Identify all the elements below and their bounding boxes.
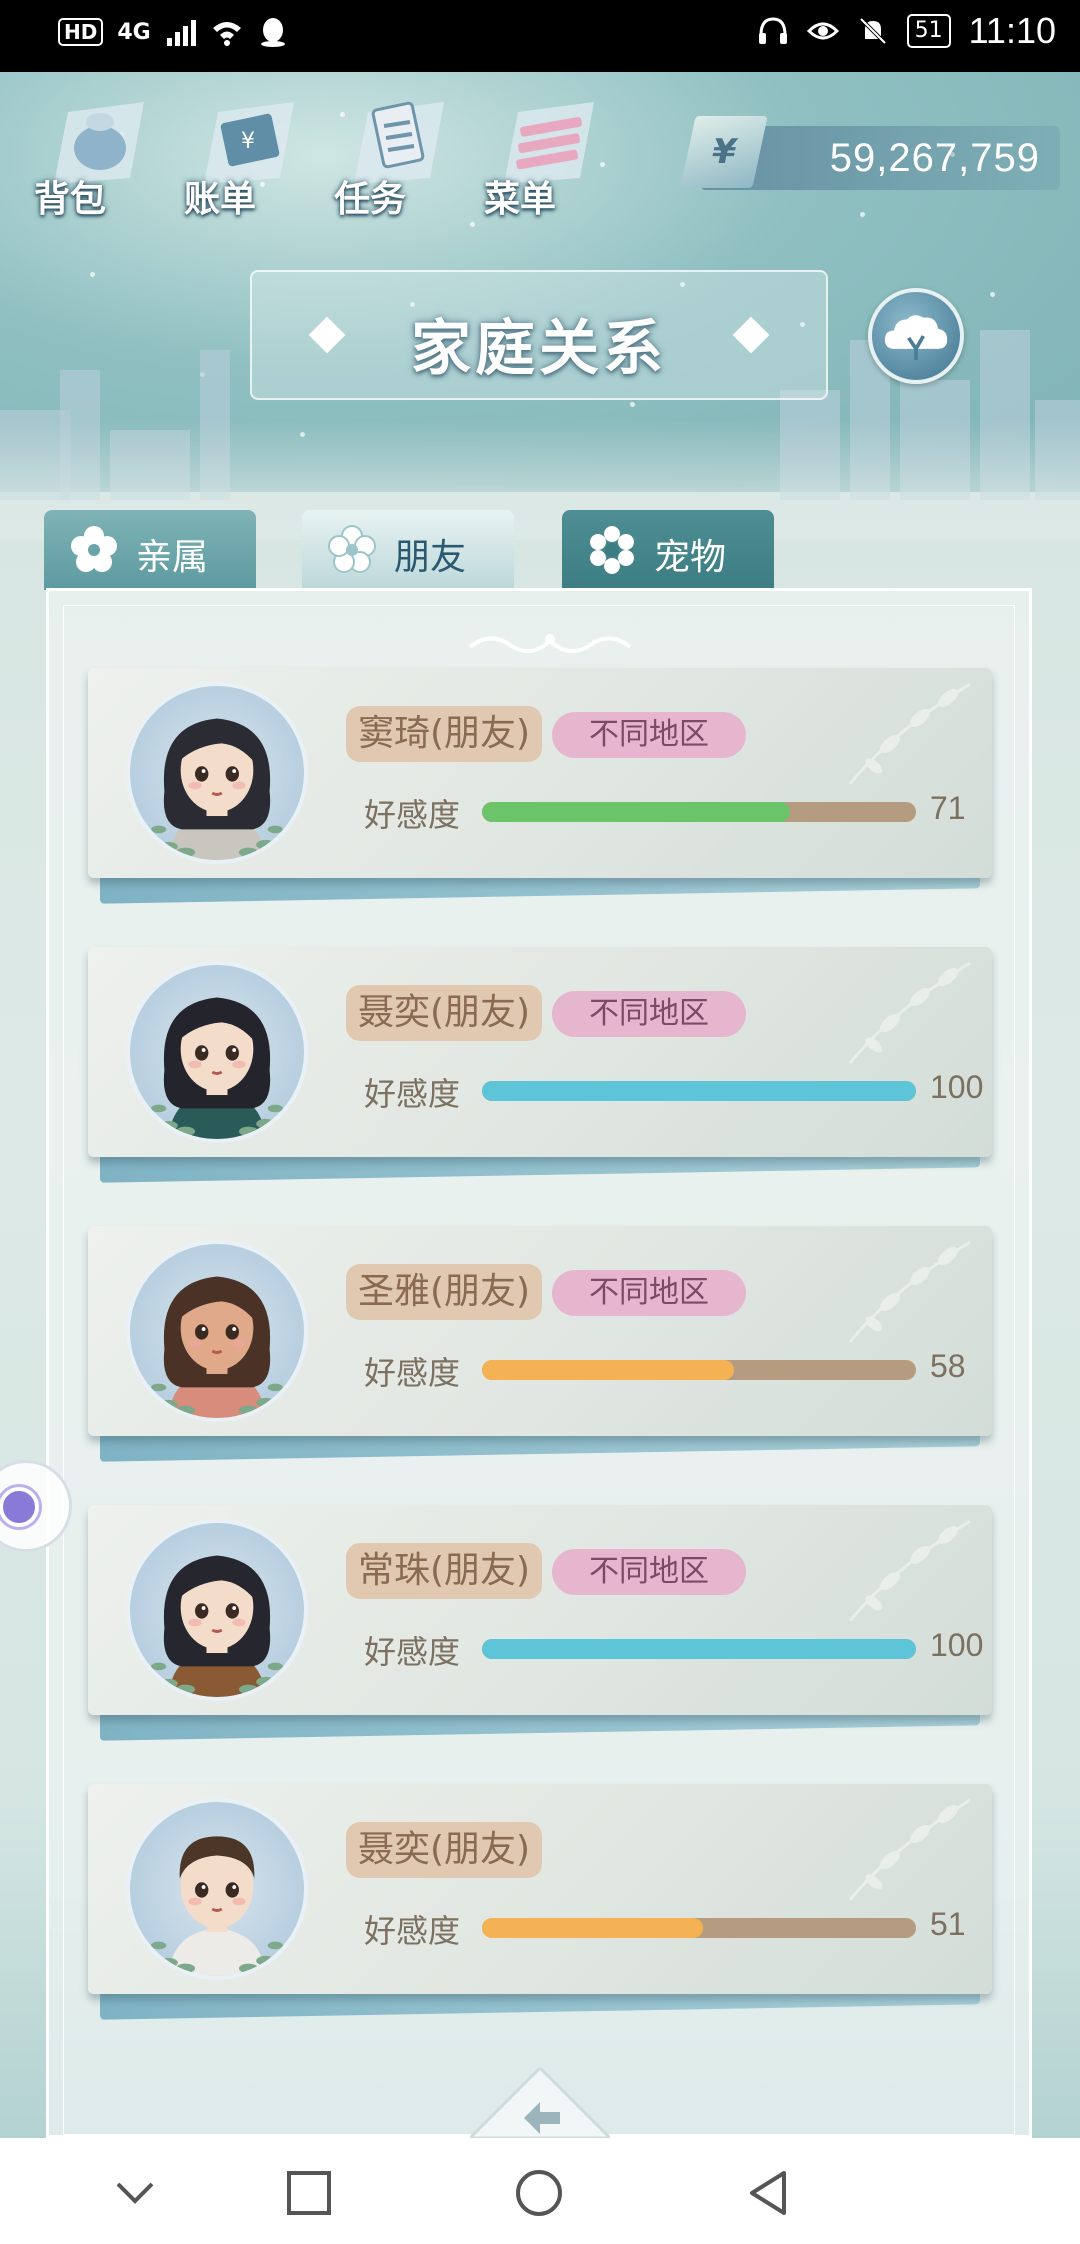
tab-relatives-label: 亲属	[136, 537, 209, 578]
friend-card[interactable]: 聂奕(朋友) 好感度 51	[88, 1784, 992, 2020]
page-title-box: 家庭关系	[250, 270, 828, 400]
back-button[interactable]	[744, 2168, 794, 2218]
friend-name: 聂奕(朋友)	[346, 1822, 543, 1878]
avatar	[126, 1798, 308, 1980]
task-label: 任务	[334, 179, 407, 220]
status-bar: HD 4G 51 11:10	[0, 0, 1080, 72]
affection-bar-fill	[482, 1918, 704, 1938]
affection-bar	[482, 1081, 916, 1101]
star-sparkle	[90, 272, 95, 277]
affection-value: 51	[930, 1906, 966, 1942]
affection-value: 100	[930, 1069, 984, 1105]
affection-bar	[482, 1360, 916, 1380]
region-badge: 不同地区	[552, 712, 746, 758]
affection-value: 71	[930, 790, 966, 826]
menu-label: 菜单	[484, 179, 557, 220]
friend-card[interactable]: 窦琦(朋友) 不同地区好感度 71	[88, 668, 992, 904]
affection-label: 好感度	[364, 1912, 461, 1950]
affection-value: 100	[930, 1627, 984, 1663]
affection-bar-fill	[482, 802, 791, 822]
signal-icon	[166, 20, 196, 46]
region-badge: 不同地区	[552, 1270, 746, 1316]
leaf-ornament-icon	[848, 1519, 971, 1622]
flower-icon	[590, 526, 634, 574]
leaf-ornament-icon	[848, 961, 971, 1064]
affection-bar-fill	[482, 1360, 734, 1380]
network-indicator: 4G	[117, 19, 151, 45]
eye-icon	[806, 22, 839, 40]
friend-name: 常珠(朋友)	[346, 1543, 543, 1599]
tab-relatives[interactable]: 亲属	[44, 510, 256, 590]
star-sparkle	[990, 292, 995, 297]
bill-button[interactable]: ¥ 账单	[184, 82, 304, 222]
star-sparkle	[470, 222, 475, 227]
affection-bar-fill	[482, 1639, 916, 1659]
status-right: 51 11:10	[757, 10, 1056, 52]
leaf-ornament-icon	[848, 682, 971, 785]
affection-bar-fill	[482, 1081, 916, 1101]
friend-card[interactable]: 常珠(朋友) 不同地区好感度 100	[88, 1505, 992, 1741]
friend-name: 圣雅(朋友)	[346, 1264, 543, 1320]
leaf-ornament-icon	[848, 1798, 971, 1901]
mute-bell-icon	[859, 17, 886, 45]
home-button[interactable]	[514, 2168, 564, 2218]
clock: 11:10	[968, 10, 1056, 51]
family-tree-button[interactable]	[868, 288, 964, 384]
star-sparkle	[860, 212, 865, 217]
affection-label: 好感度	[364, 1075, 461, 1113]
friend-card[interactable]: 圣雅(朋友) 不同地区好感度 58	[88, 1226, 992, 1462]
tab-pets[interactable]: 宠物	[562, 510, 774, 590]
family-tree-icon	[884, 315, 948, 360]
region-badge: 不同地区	[552, 991, 746, 1037]
status-left: HD 4G	[58, 16, 289, 48]
avatar	[126, 961, 308, 1143]
flower-icon	[328, 525, 376, 573]
menu-button[interactable]: 菜单	[484, 82, 604, 222]
region-badge: 不同地区	[552, 1549, 746, 1595]
bag-button[interactable]: 背包	[34, 82, 154, 222]
friend-card[interactable]: 聂奕(朋友) 不同地区好感度 100	[88, 947, 992, 1183]
bill-label: 账单	[184, 179, 257, 220]
ornament-icon	[468, 634, 632, 653]
affection-label: 好感度	[364, 796, 461, 834]
hd-indicator: HD	[58, 18, 104, 46]
money-display: ¥ 59,267,759	[680, 116, 1060, 190]
affection-bar	[482, 1639, 916, 1659]
affection-value: 58	[930, 1348, 966, 1384]
page-title: 家庭关系	[411, 314, 667, 384]
affection-bar	[482, 802, 916, 822]
yen-icon: ¥	[680, 116, 768, 188]
chevron-down-icon[interactable]	[110, 2168, 160, 2218]
system-nav-bar	[0, 2138, 1080, 2244]
svg-text:¥: ¥	[241, 129, 255, 154]
back-arrow-button[interactable]	[470, 2068, 610, 2138]
avatar	[126, 682, 308, 864]
task-button[interactable]: 任务	[334, 82, 454, 222]
wifi-icon	[212, 22, 241, 46]
qq-icon	[260, 18, 285, 47]
friend-name: 聂奕(朋友)	[346, 985, 543, 1041]
affection-label: 好感度	[364, 1633, 461, 1671]
avatar	[126, 1519, 308, 1701]
money-amount: 59,267,759	[829, 136, 1040, 180]
affection-bar	[482, 1918, 916, 1938]
recent-apps-button[interactable]	[284, 2168, 334, 2218]
bag-label: 背包	[34, 179, 107, 220]
tab-friends-label: 朋友	[394, 537, 467, 578]
battery-indicator: 51	[906, 14, 951, 48]
leaf-ornament-icon	[848, 1240, 971, 1343]
tab-pets-label: 宠物	[654, 537, 727, 578]
avatar	[126, 1240, 308, 1422]
affection-label: 好感度	[364, 1354, 461, 1392]
headphones-icon	[758, 17, 787, 44]
tab-friends[interactable]: 朋友	[302, 510, 514, 590]
flower-icon	[71, 526, 117, 572]
friend-name: 窦琦(朋友)	[346, 706, 543, 762]
assistant-icon	[0, 1487, 39, 1527]
